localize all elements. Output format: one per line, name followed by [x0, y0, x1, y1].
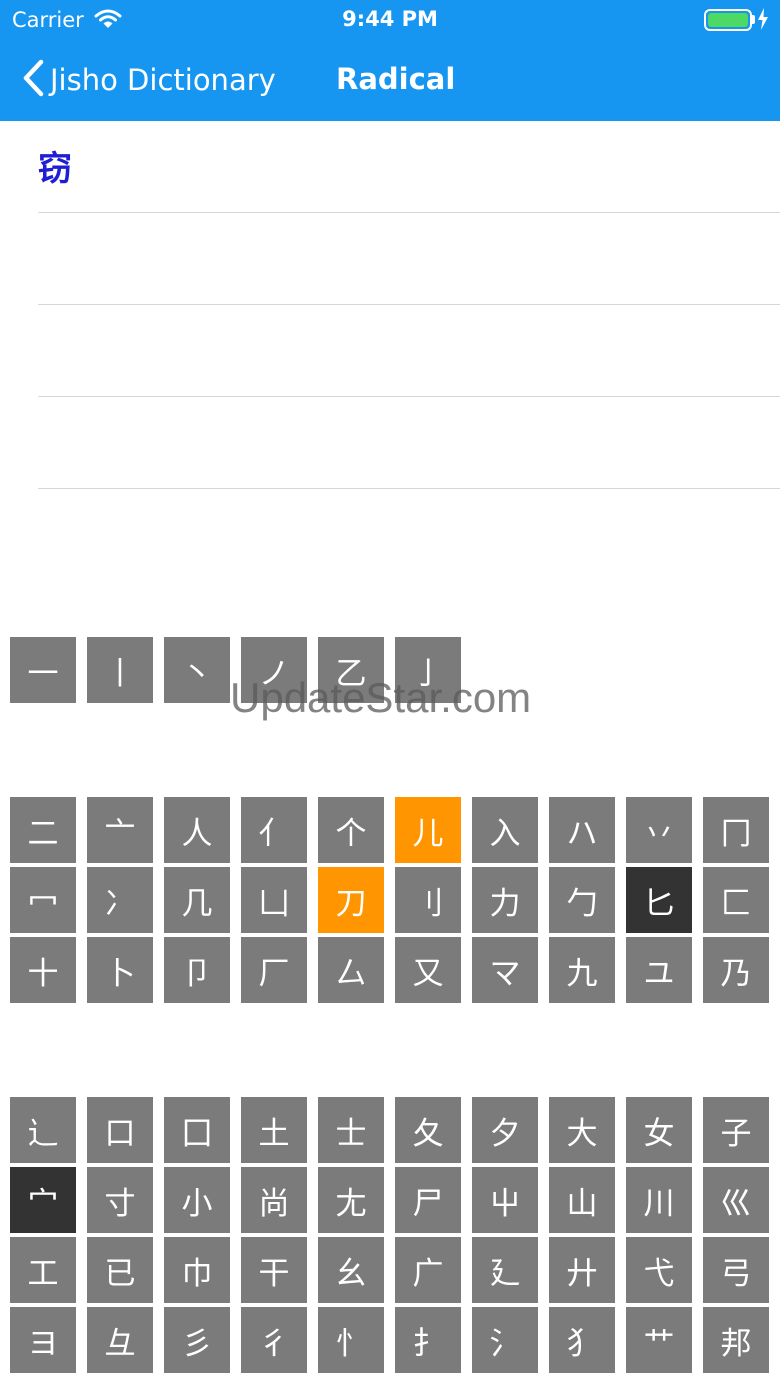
radical-key[interactable]: 个: [318, 797, 384, 863]
radical-key[interactable]: マ: [472, 937, 538, 1003]
radical-key[interactable]: 干: [241, 1237, 307, 1303]
radical-key[interactable]: 丶: [164, 637, 230, 703]
battery-tip: [752, 15, 755, 24]
radical-key[interactable]: 小: [164, 1167, 230, 1233]
radical-key[interactable]: 丷: [626, 797, 692, 863]
radical-key[interactable]: 弋: [626, 1237, 692, 1303]
radical-key[interactable]: 尚: [241, 1167, 307, 1233]
radical-key[interactable]: 彡: [164, 1307, 230, 1373]
radical-key[interactable]: 士: [318, 1097, 384, 1163]
radical-key[interactable]: 尸: [395, 1167, 461, 1233]
radical-key[interactable]: 亻: [241, 797, 307, 863]
radical-key[interactable]: 九: [549, 937, 615, 1003]
result-row[interactable]: 窃: [38, 121, 780, 213]
status-time: 9:44 PM: [342, 7, 438, 31]
radical-key[interactable]: ⻌: [10, 1097, 76, 1163]
radical-key[interactable]: 勹: [549, 867, 615, 933]
radical-key[interactable]: 口: [87, 1097, 153, 1163]
radical-key[interactable]: 弓: [703, 1237, 769, 1303]
radical-key[interactable]: 彳: [241, 1307, 307, 1373]
radical-key[interactable]: 女: [626, 1097, 692, 1163]
radical-key[interactable]: 力: [472, 867, 538, 933]
radical-key[interactable]: 扌: [395, 1307, 461, 1373]
radical-key[interactable]: 夂: [395, 1097, 461, 1163]
radical-key[interactable]: ヨ: [10, 1307, 76, 1373]
radical-key[interactable]: 刂: [395, 867, 461, 933]
navigation-header: Carrier 9:44 PM Jisho Dictionary Radical: [0, 0, 780, 121]
radical-key[interactable]: 邦: [703, 1307, 769, 1373]
back-label: Jisho Dictionary: [50, 63, 276, 97]
radical-key[interactable]: 屮: [472, 1167, 538, 1233]
result-row[interactable]: [38, 397, 780, 489]
radical-key[interactable]: 儿: [395, 797, 461, 863]
radical-key[interactable]: 幺: [318, 1237, 384, 1303]
radical-key[interactable]: 寸: [87, 1167, 153, 1233]
radical-group-2-strokes: 二亠人亻个儿入ハ丷冂冖冫几凵刀刂力勹匕匚十卜卩厂厶又マ九ユ乃: [10, 797, 780, 1007]
radical-key[interactable]: 乃: [703, 937, 769, 1003]
radical-key[interactable]: 巾: [164, 1237, 230, 1303]
radical-key[interactable]: 卩: [164, 937, 230, 1003]
radical-key[interactable]: 氵: [472, 1307, 538, 1373]
radical-group-1-stroke: 一丨丶ノ乙亅: [10, 637, 780, 707]
radical-key[interactable]: 二: [10, 797, 76, 863]
result-kanji: 窃: [38, 148, 72, 189]
radical-key[interactable]: 彑: [87, 1307, 153, 1373]
radical-key[interactable]: 亠: [87, 797, 153, 863]
nav-bar: Jisho Dictionary Radical: [0, 40, 780, 121]
radical-key[interactable]: 一: [10, 637, 76, 703]
radical-key[interactable]: 廴: [472, 1237, 538, 1303]
radical-key[interactable]: 亅: [395, 637, 461, 703]
radical-key[interactable]: 匚: [703, 867, 769, 933]
back-button[interactable]: Jisho Dictionary: [22, 58, 276, 102]
radical-key[interactable]: 廾: [549, 1237, 615, 1303]
radical-key[interactable]: 几: [164, 867, 230, 933]
radical-key[interactable]: 艹: [626, 1307, 692, 1373]
radical-key[interactable]: 土: [241, 1097, 307, 1163]
radical-key[interactable]: 工: [10, 1237, 76, 1303]
radical-key[interactable]: 丨: [87, 637, 153, 703]
radical-key[interactable]: 凵: [241, 867, 307, 933]
radical-key[interactable]: 囗: [164, 1097, 230, 1163]
radical-key[interactable]: 宀: [10, 1167, 76, 1233]
status-bar: Carrier 9:44 PM: [0, 0, 780, 40]
results-list: 窃: [38, 121, 780, 489]
radical-key[interactable]: 十: [10, 937, 76, 1003]
radical-key[interactable]: 人: [164, 797, 230, 863]
radical-key[interactable]: 广: [395, 1237, 461, 1303]
radical-key[interactable]: 川: [626, 1167, 692, 1233]
radical-key[interactable]: 山: [549, 1167, 615, 1233]
radical-key[interactable]: 又: [395, 937, 461, 1003]
radical-key[interactable]: 忄: [318, 1307, 384, 1373]
radical-key[interactable]: 冂: [703, 797, 769, 863]
radical-key[interactable]: 冖: [10, 867, 76, 933]
page-title: Radical: [336, 62, 456, 96]
radical-key[interactable]: 子: [703, 1097, 769, 1163]
result-row[interactable]: [38, 305, 780, 397]
radical-key[interactable]: ハ: [549, 797, 615, 863]
result-row[interactable]: [38, 213, 780, 305]
radical-key[interactable]: ノ: [241, 637, 307, 703]
radical-key[interactable]: 厶: [318, 937, 384, 1003]
radical-key[interactable]: 尢: [318, 1167, 384, 1233]
radical-key[interactable]: 大: [549, 1097, 615, 1163]
chevron-left-icon: [22, 59, 44, 101]
radical-key[interactable]: 卜: [87, 937, 153, 1003]
radical-key[interactable]: 刀: [318, 867, 384, 933]
radical-key[interactable]: 厂: [241, 937, 307, 1003]
radical-key[interactable]: 冫: [87, 867, 153, 933]
radical-key[interactable]: 匕: [626, 867, 692, 933]
radical-key[interactable]: 巛: [703, 1167, 769, 1233]
radical-key[interactable]: 入: [472, 797, 538, 863]
battery-icon: [704, 9, 752, 31]
radical-key[interactable]: 夕: [472, 1097, 538, 1163]
radical-key[interactable]: 犭: [549, 1307, 615, 1373]
radical-key[interactable]: ユ: [626, 937, 692, 1003]
radical-group-3-strokes: ⻌口囗土士夂夕大女子宀寸小尚尢尸屮山川巛工已巾干幺广廴廾弋弓ヨ彑彡彳忄扌氵犭艹邦: [10, 1097, 780, 1377]
radical-key[interactable]: 乙: [318, 637, 384, 703]
charging-bolt-icon: [757, 8, 769, 34]
radical-key[interactable]: 已: [87, 1237, 153, 1303]
